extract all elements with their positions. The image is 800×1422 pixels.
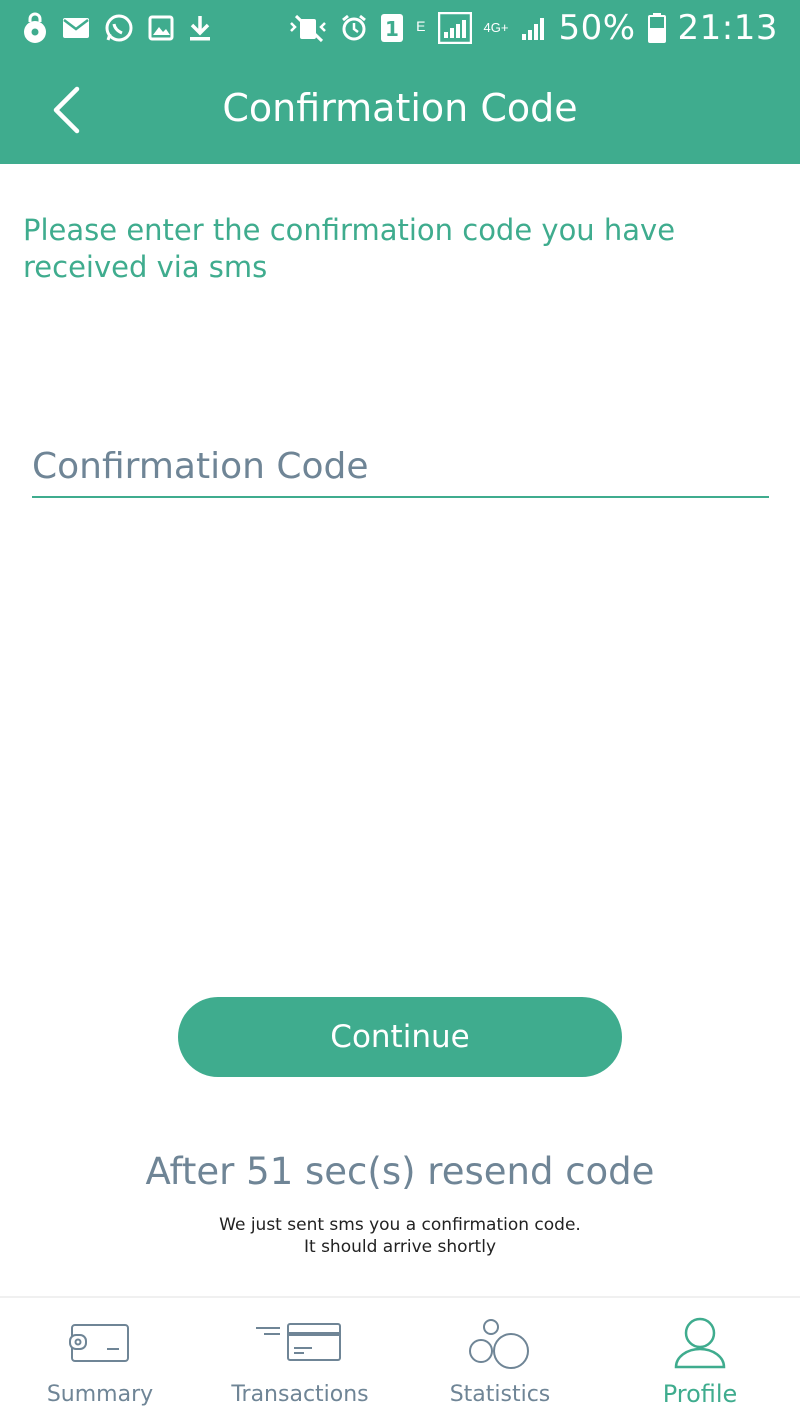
- battery-icon: [647, 13, 666, 43]
- alarm-icon: [340, 14, 368, 42]
- resend-countdown: After 51 sec(s) resend code: [145, 1150, 655, 1193]
- bubbles-icon: [467, 1314, 533, 1372]
- card-icon: [256, 1314, 344, 1372]
- nav-label-transactions: Transactions: [231, 1382, 369, 1407]
- nav-label-profile: Profile: [662, 1380, 738, 1408]
- sim-slot-icon: 1: [380, 13, 404, 43]
- whatsapp-icon: [104, 13, 134, 43]
- nav-item-transactions[interactable]: Transactions: [200, 1298, 400, 1422]
- clock: 21:13: [677, 8, 778, 48]
- mail-icon: [62, 17, 90, 39]
- user-icon: [674, 1314, 726, 1372]
- nav-item-statistics[interactable]: Statistics: [400, 1298, 600, 1422]
- svg-text:1: 1: [385, 17, 399, 41]
- status-bar: 1 E 4G+ 50% 21:13: [0, 0, 800, 56]
- lock-notification-icon: [22, 12, 48, 44]
- signal-icon: [437, 12, 472, 44]
- battery-percent: 50%: [558, 8, 636, 48]
- sms-note-line-2: It should arrive shortly: [303, 1237, 497, 1257]
- sms-note-line-1: We just sent sms you a confirmation code…: [219, 1215, 581, 1235]
- nav-item-summary[interactable]: Summary: [0, 1298, 200, 1422]
- bottom-nav: Summary Transactions Statistics Profile: [0, 1296, 800, 1422]
- confirmation-code-input[interactable]: [32, 436, 769, 496]
- network-e-icon: E: [416, 18, 426, 34]
- instruction-text: Please enter the confirmation code you h…: [23, 213, 676, 284]
- download-icon: [188, 14, 212, 42]
- confirmation-code-field: [32, 436, 769, 498]
- gallery-icon: [148, 15, 174, 41]
- continue-button[interactable]: Continue: [178, 997, 622, 1077]
- network-4g-icon: 4G+: [483, 20, 509, 35]
- signal-strength-icon: [520, 14, 546, 42]
- nav-label-summary: Summary: [46, 1382, 154, 1407]
- sms-note: We just sent sms you a confirmation code…: [0, 1214, 800, 1258]
- nav-label-statistics: Statistics: [449, 1382, 551, 1407]
- nav-item-profile[interactable]: Profile: [600, 1298, 800, 1422]
- page-title: Confirmation Code: [222, 86, 578, 130]
- wallet-icon: [69, 1314, 131, 1372]
- app-bar: Confirmation Code: [0, 56, 800, 164]
- vibrate-mute-icon: [288, 13, 328, 43]
